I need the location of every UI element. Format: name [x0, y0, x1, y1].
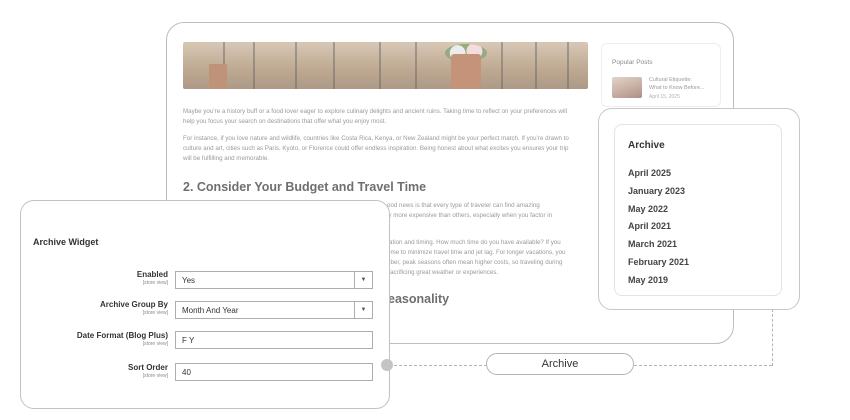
scope-label: [store view] — [142, 310, 168, 316]
date-format-label: Date Format (Blog Plus) — [76, 331, 168, 340]
blog-heading-fragment: easonality — [388, 292, 450, 306]
enabled-select[interactable]: Yes ▼ — [175, 271, 373, 289]
enabled-select-value: Yes — [182, 276, 196, 285]
sort-order-label: Sort Order — [127, 363, 168, 372]
connector-line — [772, 309, 773, 366]
widget-settings-title: Archive Widget — [33, 237, 99, 247]
archive-link[interactable]: March 2021 — [628, 236, 689, 254]
archive-list: April 2025 January 2023 May 2022 April 2… — [628, 165, 689, 290]
blog-paragraph-fragment: ration and timing. How much time do you … — [387, 239, 561, 246]
archive-widget: Archive April 2025 January 2023 May 2022… — [614, 124, 782, 296]
blog-paragraph-fragment: ome to minimize travel time and jet lag.… — [387, 249, 566, 256]
archive-link[interactable]: January 2023 — [628, 183, 689, 201]
blog-paragraph: Maybe you’re a history buff or a food lo… — [183, 108, 567, 125]
archive-preview-panel: Archive April 2025 January 2023 May 2022… — [598, 108, 800, 310]
blog-paragraph-fragment: sacrificing great weather or experiences… — [387, 269, 499, 276]
archive-title: Archive — [628, 140, 665, 151]
enabled-label: Enabled — [136, 270, 168, 279]
archive-callout-label: Archive — [486, 353, 634, 375]
popular-post-title[interactable]: Cultural Etiquette: — [649, 77, 692, 83]
archive-widget-settings: Archive Widget Enabled [store view] Yes … — [20, 200, 390, 409]
sort-order-input[interactable] — [175, 363, 373, 381]
post-thumbnail[interactable] — [612, 77, 642, 98]
archive-link[interactable]: May 2019 — [628, 272, 689, 290]
chevron-down-icon[interactable]: ▼ — [354, 302, 372, 318]
scope-label: [store view] — [142, 280, 168, 286]
popular-post-title[interactable]: What to Know Before... — [649, 85, 704, 91]
blog-paragraph: For instance, if you love nature and wil… — [183, 135, 569, 162]
group-by-label: Archive Group By — [99, 300, 168, 309]
scope-label: [store view] — [142, 341, 168, 347]
blog-heading: 2. Consider Your Budget and Travel Time — [183, 180, 427, 194]
blog-paragraph-fragment: ly more expensive than others, especiall… — [387, 212, 553, 219]
archive-link[interactable]: February 2021 — [628, 254, 689, 272]
connector-dot — [381, 359, 393, 371]
archive-link[interactable]: April 2025 — [628, 165, 689, 183]
popular-post-date: April 15, 2025 — [649, 94, 680, 100]
group-by-select[interactable]: Month And Year ▼ — [175, 301, 373, 319]
blog-paragraph-fragment: ood news is that every type of traveler … — [387, 202, 540, 209]
popular-posts-title: Popular Posts — [612, 59, 653, 66]
date-format-input[interactable] — [175, 331, 373, 349]
archive-link[interactable]: May 2022 — [628, 201, 689, 219]
popular-posts-widget: Popular Posts Cultural Etiquette: What t… — [601, 43, 721, 107]
blog-paragraph-fragment: nber, peak seasons often mean higher cos… — [387, 259, 563, 266]
archive-link[interactable]: April 2021 — [628, 218, 689, 236]
group-by-select-value: Month And Year — [182, 306, 239, 315]
scope-label: [store view] — [142, 373, 168, 379]
hero-image — [183, 42, 588, 89]
chevron-down-icon[interactable]: ▼ — [354, 272, 372, 288]
